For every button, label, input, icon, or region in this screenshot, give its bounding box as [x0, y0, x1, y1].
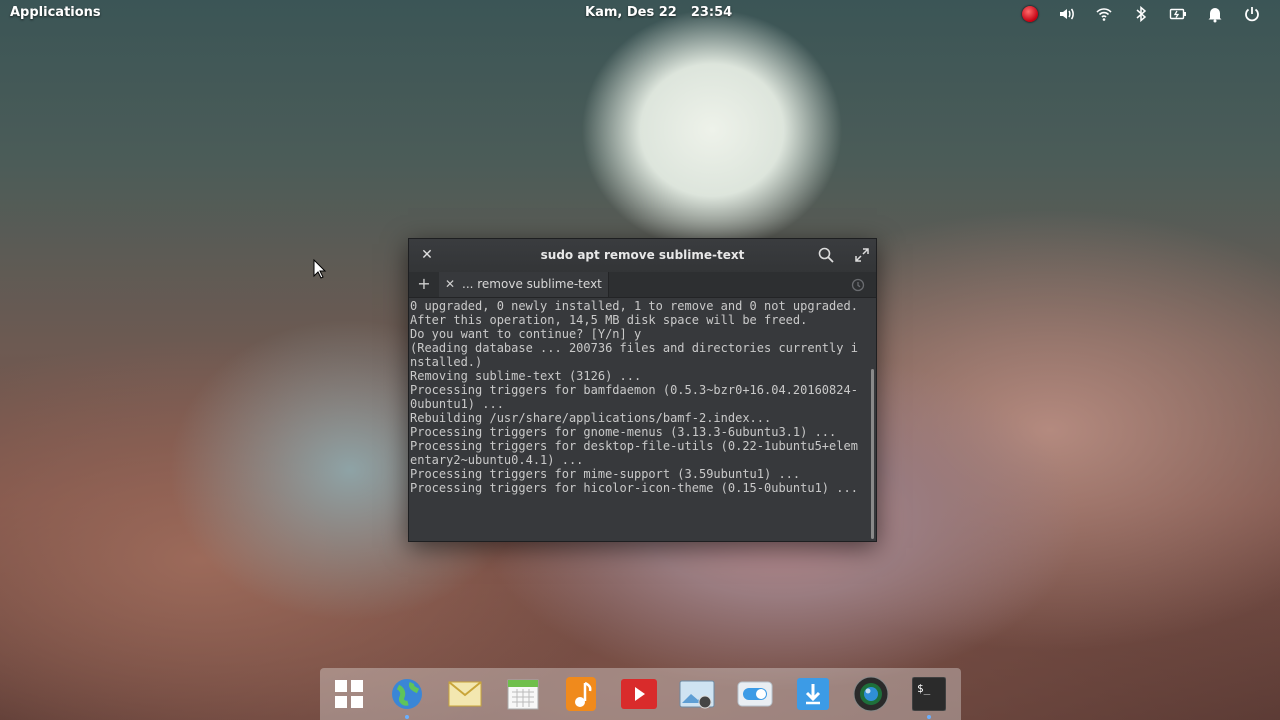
tab-label: ... remove sublime-text — [462, 277, 602, 291]
settings-icon[interactable] — [735, 674, 775, 714]
terminal-scrollbar[interactable] — [871, 369, 874, 539]
terminal-line: 0 upgraded, 0 newly installed, 1 to remo… — [410, 299, 858, 313]
maximize-button[interactable] — [853, 246, 871, 264]
tab-active[interactable]: ✕ ... remove sublime-text — [439, 272, 609, 297]
terminal-line: entary2~ubuntu0.4.1) ... — [410, 453, 584, 467]
clock[interactable]: Kam, Des 22 23:54 — [585, 5, 732, 20]
mouse-cursor-icon — [313, 258, 327, 283]
terminal-line: Do you want to continue? [Y/n] y — [410, 327, 642, 341]
terminal-icon[interactable]: $_ — [909, 674, 949, 714]
power-icon[interactable] — [1233, 3, 1270, 25]
record-dot-icon — [1021, 6, 1038, 22]
clock-date: Kam, Des 22 — [585, 5, 677, 20]
close-tab-button[interactable]: ✕ — [443, 276, 457, 292]
battery-icon[interactable] — [1159, 3, 1196, 25]
terminal-window: ✕ sudo apt remove sublime-text + ✕ ... r… — [408, 238, 877, 542]
camera-icon[interactable] — [851, 674, 891, 714]
window-titlebar[interactable]: ✕ sudo apt remove sublime-text — [409, 239, 876, 272]
new-tab-button[interactable]: + — [415, 275, 433, 293]
terminal-line: 0ubuntu1) ... — [410, 397, 504, 411]
music-icon[interactable] — [561, 674, 601, 714]
tab-bar: + ✕ ... remove sublime-text — [409, 272, 876, 298]
applications-menu[interactable]: Applications — [10, 5, 101, 20]
record-indicator[interactable] — [1011, 3, 1048, 25]
running-indicator — [405, 715, 409, 719]
volume-icon[interactable] — [1048, 3, 1085, 25]
window-title: sudo apt remove sublime-text — [540, 248, 745, 262]
terminal-line: Processing triggers for gnome-menus (3.1… — [410, 425, 837, 439]
photos-icon[interactable] — [677, 674, 717, 714]
history-icon — [851, 278, 865, 292]
clock-time: 23:54 — [690, 5, 733, 20]
terminal-output[interactable]: 0 upgraded, 0 newly installed, 1 to remo… — [410, 299, 876, 541]
terminal-line: Processing triggers for bamfdaemon (0.5.… — [410, 383, 858, 397]
mail-icon[interactable] — [445, 674, 485, 714]
terminal-line: Processing triggers for desktop-file-uti… — [410, 439, 858, 453]
appcenter-icon[interactable] — [793, 674, 833, 714]
search-icon — [818, 247, 834, 263]
terminal-line: After this operation, 14,5 MB disk space… — [410, 313, 808, 327]
web-browser-icon[interactable] — [387, 674, 427, 714]
restore-tab-button[interactable] — [850, 277, 866, 293]
notifications-icon[interactable] — [1196, 3, 1233, 25]
terminal-line: Processing triggers for mime-support (3.… — [410, 467, 801, 481]
terminal-line: (Reading database ... 200736 files and d… — [410, 341, 858, 355]
running-indicator — [927, 715, 931, 719]
terminal-glyph: $_ — [917, 682, 931, 695]
wifi-icon[interactable] — [1085, 3, 1122, 25]
terminal-line: Removing sublime-text (3126) ... — [410, 369, 642, 383]
calendar-icon[interactable] — [503, 674, 543, 714]
maximize-icon — [855, 248, 869, 262]
terminal-line: nstalled.) — [410, 355, 483, 369]
search-button[interactable] — [817, 246, 835, 264]
indicator-area — [1011, 3, 1270, 25]
terminal-line: Rebuilding /usr/share/applications/bamf-… — [410, 411, 772, 425]
videos-icon[interactable] — [619, 674, 659, 714]
multitasking-view-icon[interactable] — [329, 674, 369, 714]
bluetooth-icon[interactable] — [1122, 3, 1159, 25]
top-panel: Applications Kam, Des 22 23:54 — [0, 0, 1280, 27]
terminal-line: Processing triggers for hicolor-icon-the… — [410, 481, 858, 495]
